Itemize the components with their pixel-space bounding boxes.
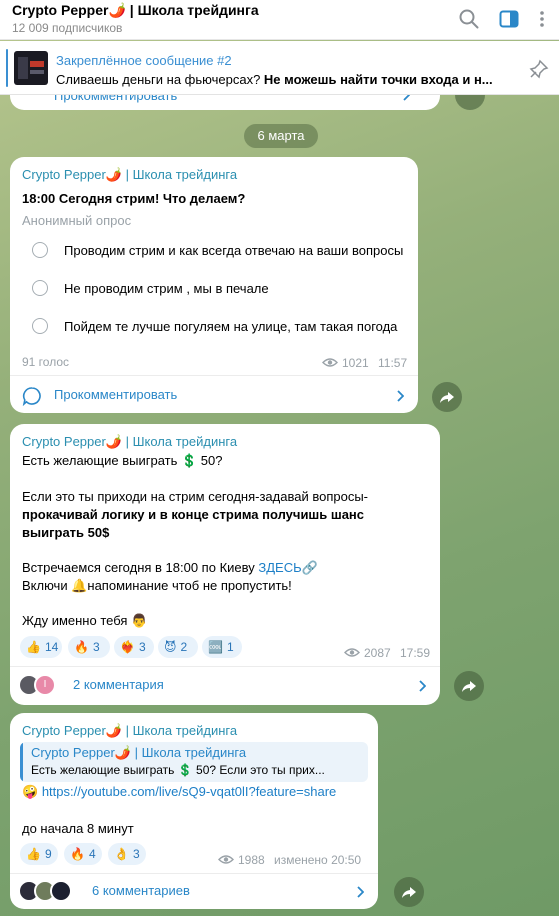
chevron-right-icon (357, 886, 364, 898)
poll-question: 18:00 Сегодня стрим! Что делаем? (22, 191, 246, 206)
date-separator: 6 марта (244, 124, 318, 148)
avatar (50, 880, 72, 902)
post-time: 17:59 (400, 646, 431, 660)
pinned-indicator (6, 49, 8, 87)
giveaway-post-bubble: Crypto Pepper🌶️ | Школа трейдинга Есть ж… (10, 424, 440, 705)
reaction-chip[interactable]: 🔥 4 (64, 843, 102, 865)
post-text-line: прокачивай логику и в конце стрима получ… (22, 507, 365, 522)
sidebar-toggle-icon[interactable] (498, 8, 520, 30)
poll-option-label: Пойдем те лучше погуляем на улице, там т… (64, 319, 398, 334)
more-menu-icon[interactable] (532, 8, 552, 30)
views-icon (322, 358, 338, 367)
poll-post-bubble: Crypto Pepper🌶️ | Школа трейдинга 18:00 … (10, 157, 418, 413)
radio-button[interactable] (32, 242, 48, 258)
comment-label: 6 комментариев (92, 883, 190, 898)
stream-link[interactable]: ЗДЕСЬ🔗 (258, 560, 317, 575)
reaction-chip[interactable]: 🆒 1 (202, 636, 242, 658)
subscriber-count: 12 009 подписчиков (12, 21, 123, 35)
post-text-line: Есть желающие выиграть 💲 50? (22, 453, 223, 468)
view-count: 1988 (238, 853, 265, 867)
pinned-message-bar[interactable]: Закреплённое сообщение #2 Сливаешь деньг… (0, 41, 559, 95)
post-time: изменено 20:50 (274, 853, 362, 867)
poll-option-label: Не проводим стрим , мы в печале (64, 281, 269, 296)
comment-row[interactable]: 6 комментариев (10, 874, 378, 909)
chevron-right-icon (419, 680, 426, 692)
post-text: до начала 8 минут (22, 821, 134, 836)
post-link-line: 🤪 https://youtube.com/live/sQ9-vqat0lI?f… (22, 784, 336, 800)
quote-bar (20, 742, 23, 782)
comment-row[interactable]: I 2 комментария (10, 667, 440, 705)
pinned-title: Закреплённое сообщение #2 (56, 53, 232, 68)
quote-text: Есть желающие выиграть 💲 50? Если это ты… (31, 763, 325, 777)
comment-label: 2 комментария (73, 677, 164, 692)
poll-type: Анонимный опрос (22, 213, 132, 228)
youtube-link[interactable]: https://youtube.com/live/sQ9-vqat0lI?fea… (42, 784, 336, 799)
comment-icon (22, 387, 41, 406)
radio-button[interactable] (32, 280, 48, 296)
reaction-chip[interactable]: 🔥 3 (68, 636, 110, 658)
reply-quote[interactable]: Crypto Pepper🌶️ | Школа трейдинга Есть ж… (20, 742, 368, 782)
emoji: 🤪 (22, 784, 39, 799)
post-text-line: Встречаемся сегодня в 18:00 по Киеву ЗДЕ… (22, 560, 318, 575)
views-icon (344, 648, 360, 657)
post-author[interactable]: Crypto Pepper🌶️ | Школа трейдинга (22, 434, 237, 450)
comment-label: Прокомментировать (54, 387, 178, 402)
radio-button[interactable] (32, 318, 48, 334)
share-icon (402, 887, 416, 898)
views-icon (218, 855, 234, 864)
view-count: 2087 (364, 646, 391, 660)
share-icon (440, 392, 454, 403)
post-author[interactable]: Crypto Pepper🌶️ | Школа трейдинга (22, 723, 237, 739)
stream-post-bubble: Crypto Pepper🌶️ | Школа трейдинга Crypto… (10, 713, 378, 909)
reaction-chip[interactable]: 👌 3 (108, 843, 146, 865)
avatar: I (34, 674, 56, 696)
channel-title[interactable]: Crypto Pepper🌶️ | Школа трейдинга (12, 2, 259, 19)
pinned-thumbnail (14, 51, 48, 85)
share-button[interactable] (454, 671, 484, 701)
quote-author: Crypto Pepper🌶️ | Школа трейдинга (31, 745, 247, 760)
reaction-chip[interactable]: 😈 2 (158, 636, 198, 658)
pinned-text: Сливаешь деньги на фьючерсах? Не можешь … (56, 72, 493, 87)
share-button[interactable] (394, 877, 424, 907)
search-icon[interactable] (458, 8, 480, 30)
reaction-chip[interactable]: 👍 14 (20, 636, 62, 658)
post-text-line: Если это ты приходи на стрим сегодня-зад… (22, 489, 368, 504)
post-author[interactable]: Crypto Pepper🌶️ | Школа трейдинга (22, 167, 237, 183)
vote-count: 91 голос (22, 355, 70, 369)
poll-option-label: Проводим стрим и как всегда отвечаю на в… (64, 243, 404, 258)
post-text-line: выиграть 50$ (22, 525, 110, 540)
post-text-line: Включи 🔔напоминание чтоб не пропустить! (22, 578, 292, 593)
post-time: 11:57 (378, 356, 408, 370)
unpin-icon[interactable] (529, 59, 549, 79)
post-text-line: Жду именно тебя 👨 (22, 613, 148, 628)
chevron-right-icon (397, 390, 404, 402)
reaction-chip[interactable]: ❤️‍🔥 3 (114, 636, 154, 658)
share-icon (462, 681, 476, 692)
reaction-chip[interactable]: 👍 9 (20, 843, 58, 865)
share-button[interactable] (432, 382, 462, 412)
view-count: 1021 (342, 356, 369, 370)
comment-row[interactable]: Прокомментировать (10, 376, 418, 413)
chat-header: Crypto Pepper🌶️ | Школа трейдинга 12 009… (0, 0, 559, 40)
